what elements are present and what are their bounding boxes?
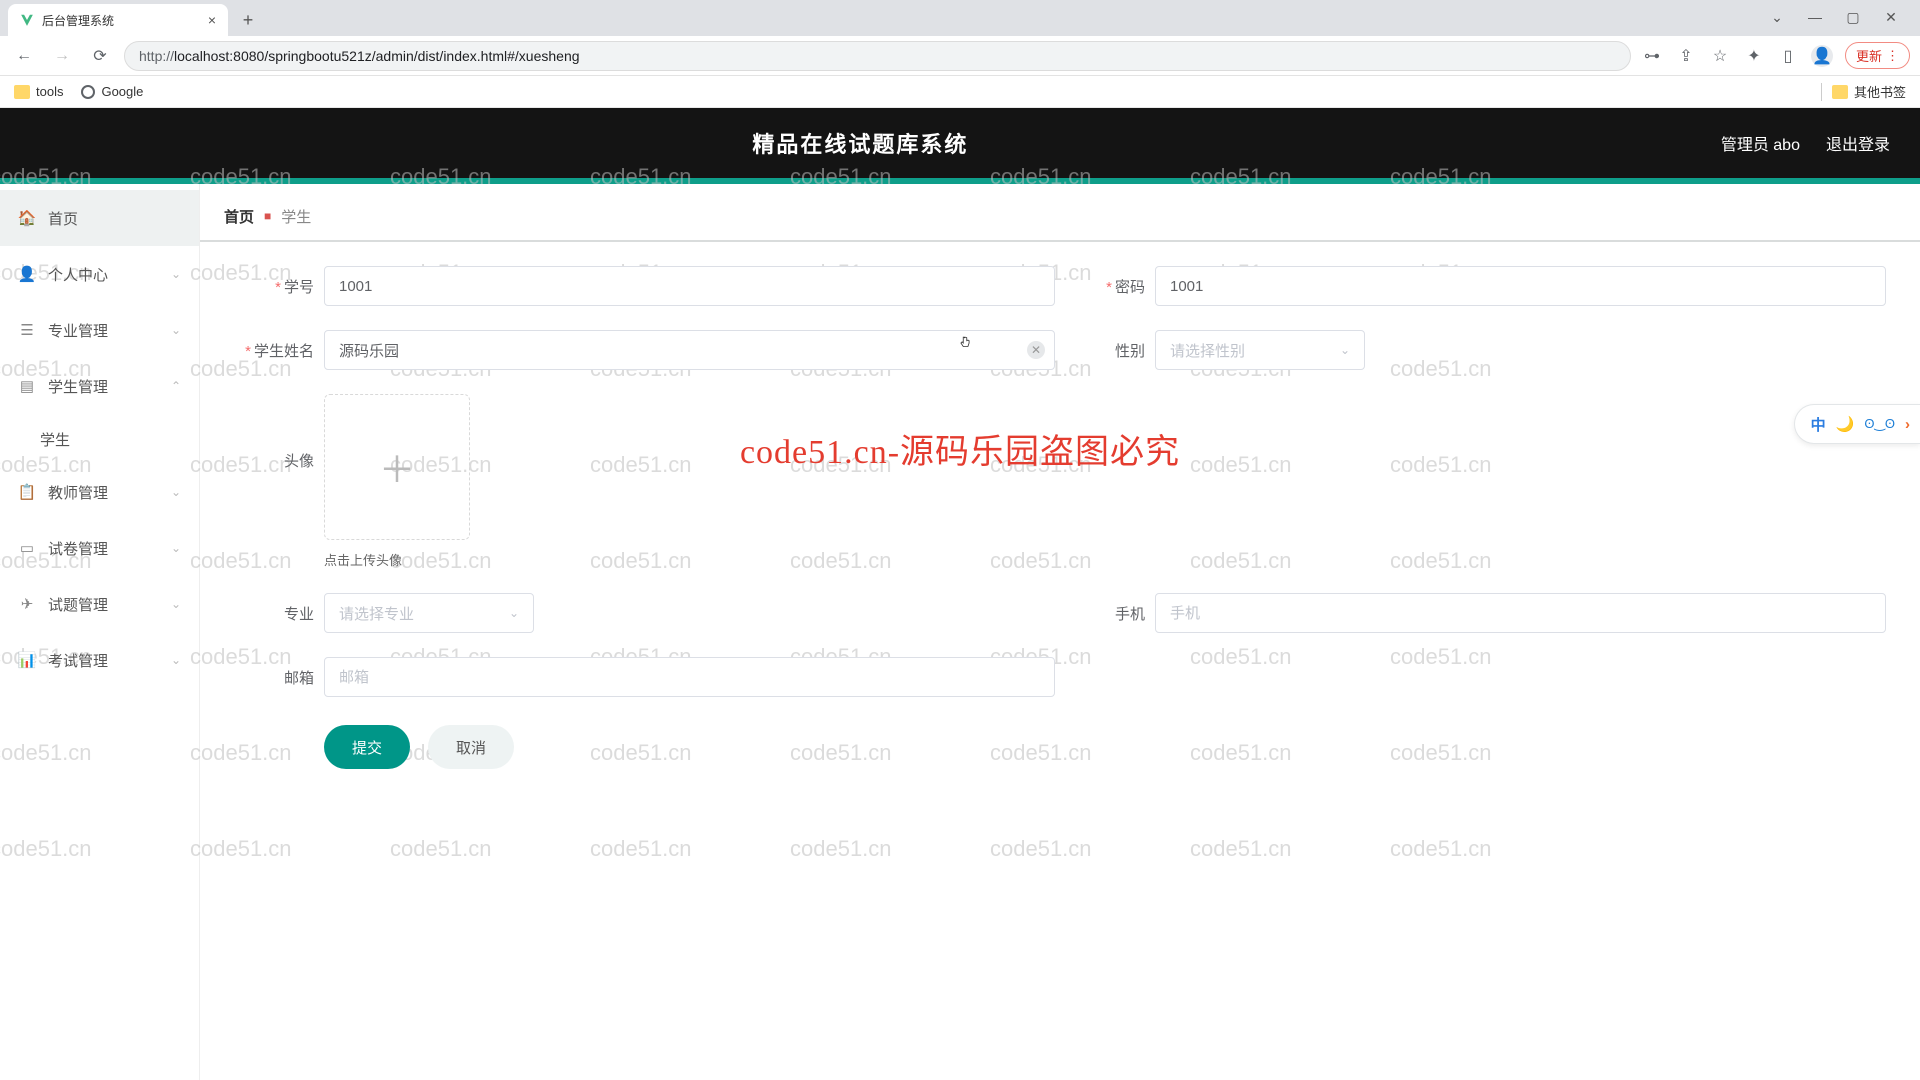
tab-close-icon[interactable]: × [208, 12, 216, 28]
logout-link[interactable]: 退出登录 [1826, 131, 1890, 155]
maximize-icon[interactable]: ▢ [1838, 2, 1868, 32]
sidebar-item-major[interactable]: ☰ 专业管理 ⌄ [0, 302, 199, 358]
chevron-down-icon: ⌄ [171, 597, 181, 611]
bookmark-tools[interactable]: tools [14, 84, 63, 99]
expand-arrow-icon[interactable]: › [1905, 416, 1910, 433]
list-icon: 📋 [18, 483, 36, 501]
phone-input[interactable] [1155, 593, 1886, 633]
chevron-down-icon[interactable]: ⌄ [1762, 2, 1792, 32]
chevron-down-icon: ⌄ [171, 541, 181, 555]
extensions-icon[interactable]: ✦ [1743, 45, 1765, 67]
browser-tab[interactable]: 后台管理系统 × [8, 4, 228, 36]
bookmark-other[interactable]: 其他书签 [1832, 82, 1906, 101]
sidebar-item-home[interactable]: 🏠 首页 [0, 190, 199, 246]
back-button[interactable]: ← [10, 42, 38, 70]
chevron-down-icon: ⌄ [171, 323, 181, 337]
sidebar-item-paper[interactable]: ▭ 试卷管理 ⌄ [0, 520, 199, 576]
sidebar-item-student[interactable]: ▤ 学生管理 ⌃ [0, 358, 199, 414]
student-name-input[interactable] [324, 330, 1055, 370]
email-input[interactable] [324, 657, 1055, 697]
home-icon: 🏠 [18, 209, 36, 227]
new-tab-button[interactable]: + [234, 6, 262, 34]
browser-tab-strip: 后台管理系统 × + ⌄ — ▢ ✕ [0, 0, 1920, 36]
sidebar: 🏠 首页 👤 个人中心 ⌄ ☰ 专业管理 ⌄ ▤ 学生管理 ⌃ 学生 📋 教师 [0, 184, 200, 1080]
folder-icon [1832, 85, 1848, 99]
folder-icon [14, 85, 30, 99]
chevron-up-icon: ⌃ [171, 379, 181, 393]
star-icon[interactable]: ☆ [1709, 45, 1731, 67]
chevron-down-icon: ⌄ [509, 606, 519, 620]
chevron-down-icon: ⌄ [171, 653, 181, 667]
breadcrumb-separator-icon: ■ [264, 209, 271, 223]
reload-button[interactable]: ⟳ [86, 42, 114, 70]
gender-select[interactable]: 请选择性别 ⌄ [1155, 330, 1365, 370]
address-bar: ← → ⟳ http://localhost:8080/springbootu5… [0, 36, 1920, 76]
minimize-icon[interactable]: — [1800, 2, 1830, 32]
ime-lang[interactable]: 中 [1811, 414, 1826, 435]
sidebar-item-exam[interactable]: 📊 考试管理 ⌄ [0, 632, 199, 688]
doc-icon: ▭ [18, 539, 36, 557]
moon-icon[interactable]: 🌙 [1836, 415, 1855, 433]
breadcrumb: 首页 ■ 学生 [224, 196, 1896, 236]
chevron-down-icon: ⌄ [1340, 343, 1350, 357]
student-form: *学号 *密码 *学生姓名 ✕ 性别 [224, 260, 1896, 769]
submit-button[interactable]: 提交 [324, 725, 410, 769]
window-controls: ⌄ — ▢ ✕ [1762, 2, 1912, 36]
content-area: 首页 ■ 学生 *学号 *密码 *学生姓名 [200, 184, 1920, 1080]
bookmark-bar: tools Google 其他书签 [0, 76, 1920, 108]
cancel-button[interactable]: 取消 [428, 725, 514, 769]
password-input[interactable] [1155, 266, 1886, 306]
major-select[interactable]: 请选择专业 ⌄ [324, 593, 534, 633]
tab-title: 后台管理系统 [42, 12, 114, 29]
bookmark-google[interactable]: Google [81, 84, 143, 99]
layers-icon: ▤ [18, 377, 36, 395]
sidebar-subitem-student[interactable]: 学生 [0, 414, 199, 464]
profile-icon[interactable]: 👤 [1811, 45, 1833, 67]
sidebar-item-question[interactable]: ✈ 试题管理 ⌄ [0, 576, 199, 632]
clear-input-icon[interactable]: ✕ [1027, 341, 1045, 359]
stack-icon: ☰ [18, 321, 36, 339]
bar-icon: 📊 [18, 651, 36, 669]
update-button[interactable]: 更新⋮ [1845, 42, 1910, 69]
vue-favicon-icon [20, 13, 34, 27]
ime-float-widget[interactable]: 中 🌙 ʘ‿ʘ › [1794, 404, 1920, 444]
key-icon[interactable]: ⊶ [1641, 45, 1663, 67]
breadcrumb-home[interactable]: 首页 [224, 206, 254, 227]
share-icon[interactable]: ⇪ [1675, 45, 1697, 67]
chevron-down-icon: ⌄ [171, 485, 181, 499]
url-input[interactable]: http://localhost:8080/springbootu521z/ad… [124, 41, 1631, 71]
sidebar-item-teacher[interactable]: 📋 教师管理 ⌄ [0, 464, 199, 520]
send-icon: ✈ [18, 595, 36, 613]
avatar-hint: 点击上传头像 [324, 550, 470, 569]
sidebar-item-profile[interactable]: 👤 个人中心 ⌄ [0, 246, 199, 302]
app-title: 精品在线试题库系统 [0, 127, 1721, 159]
user-label[interactable]: 管理员 abo [1721, 131, 1800, 155]
forward-button[interactable]: → [48, 42, 76, 70]
user-icon: 👤 [18, 265, 36, 283]
breadcrumb-current: 学生 [281, 206, 311, 227]
chevron-down-icon: ⌄ [171, 267, 181, 281]
avatar-upload[interactable]: ＋ [324, 394, 470, 540]
close-window-icon[interactable]: ✕ [1876, 2, 1906, 32]
panel-icon[interactable]: ▯ [1777, 45, 1799, 67]
app-header: 精品在线试题库系统 管理员 abo 退出登录 [0, 108, 1920, 184]
globe-icon [81, 85, 95, 99]
student-no-input[interactable] [324, 266, 1055, 306]
face-icon[interactable]: ʘ‿ʘ [1864, 416, 1895, 432]
